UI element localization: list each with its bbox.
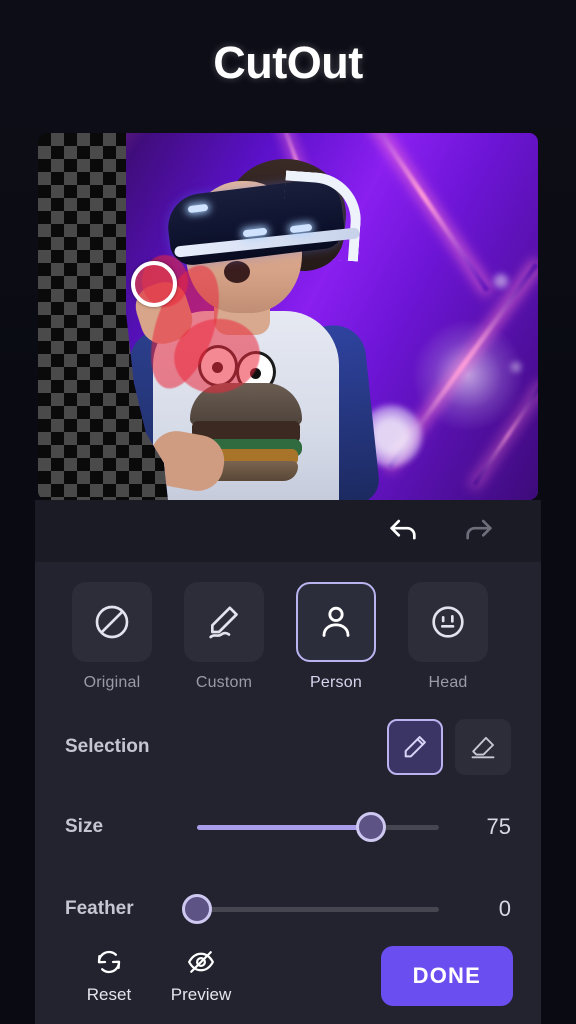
preview-label: Preview (170, 985, 232, 1004)
page-title: CutOut (213, 36, 363, 88)
tool-original[interactable]: Original (65, 582, 159, 692)
eraser-icon (471, 736, 495, 759)
reset-button[interactable]: Reset (63, 947, 155, 1005)
eye-slash-icon (188, 951, 214, 973)
tool-head-label: Head (428, 674, 468, 691)
refresh-cycle-icon (97, 950, 121, 974)
size-slider[interactable] (197, 807, 439, 847)
tool-original-label: Original (83, 674, 141, 691)
tool-head-box (408, 582, 488, 662)
tool-custom-label: Custom (195, 674, 253, 691)
size-slider-fill (197, 824, 372, 830)
tool-person-label: Person (310, 674, 362, 691)
person-icon (322, 606, 350, 637)
image-canvas[interactable] (38, 133, 538, 500)
selection-mode-group (387, 719, 511, 775)
redo-button[interactable] (459, 511, 499, 551)
vr-headband (280, 170, 364, 261)
selection-row: Selection (35, 708, 541, 786)
feather-slider-track (197, 906, 439, 912)
done-button[interactable]: DONE (380, 946, 513, 1006)
tool-person[interactable]: Person (289, 582, 383, 692)
mouth (224, 261, 250, 283)
brush-cursor[interactable] (131, 261, 177, 307)
size-label: Size (65, 816, 104, 837)
controls-panel: Original Custom Person Head Selection Si… (35, 562, 541, 1024)
face-smile-icon (432, 606, 464, 638)
photo-layer (38, 133, 538, 500)
tool-head[interactable]: Head (401, 582, 495, 692)
selection-label: Selection (65, 736, 150, 757)
tool-person-box (296, 582, 376, 662)
redo-arrow-icon (466, 519, 492, 540)
feather-value: 0 (498, 896, 511, 921)
undo-arrow-icon (390, 519, 416, 540)
person-subject (38, 133, 538, 500)
reset-label: Reset (86, 985, 132, 1004)
tool-selector: Original Custom Person Head (35, 562, 541, 692)
selection-erase-button[interactable] (455, 719, 511, 775)
pencil-icon (404, 736, 426, 758)
feather-slider[interactable] (182, 889, 439, 929)
size-slider-thumb[interactable] (356, 812, 387, 842)
undo-button[interactable] (383, 511, 423, 551)
tool-custom[interactable]: Custom (177, 582, 271, 692)
size-slider-row: Size 75 (35, 786, 541, 868)
pencil-underline-icon (209, 606, 238, 639)
history-toolbar (35, 500, 541, 562)
selection-brush-button[interactable] (387, 719, 443, 775)
preview-button[interactable]: Preview (155, 947, 247, 1005)
app-root: CutOut Original Custom Person Head Selec… (0, 0, 576, 1024)
size-value: 75 (486, 814, 511, 839)
feather-slider-thumb[interactable] (182, 894, 212, 924)
circle-slash-icon (95, 605, 129, 639)
feather-label: Feather (65, 898, 134, 919)
bottom-action-bar: Reset Preview DONE (35, 928, 541, 1024)
title-bar: CutOut (0, 0, 576, 125)
tool-custom-box (184, 582, 264, 662)
tool-original-box (72, 582, 152, 662)
